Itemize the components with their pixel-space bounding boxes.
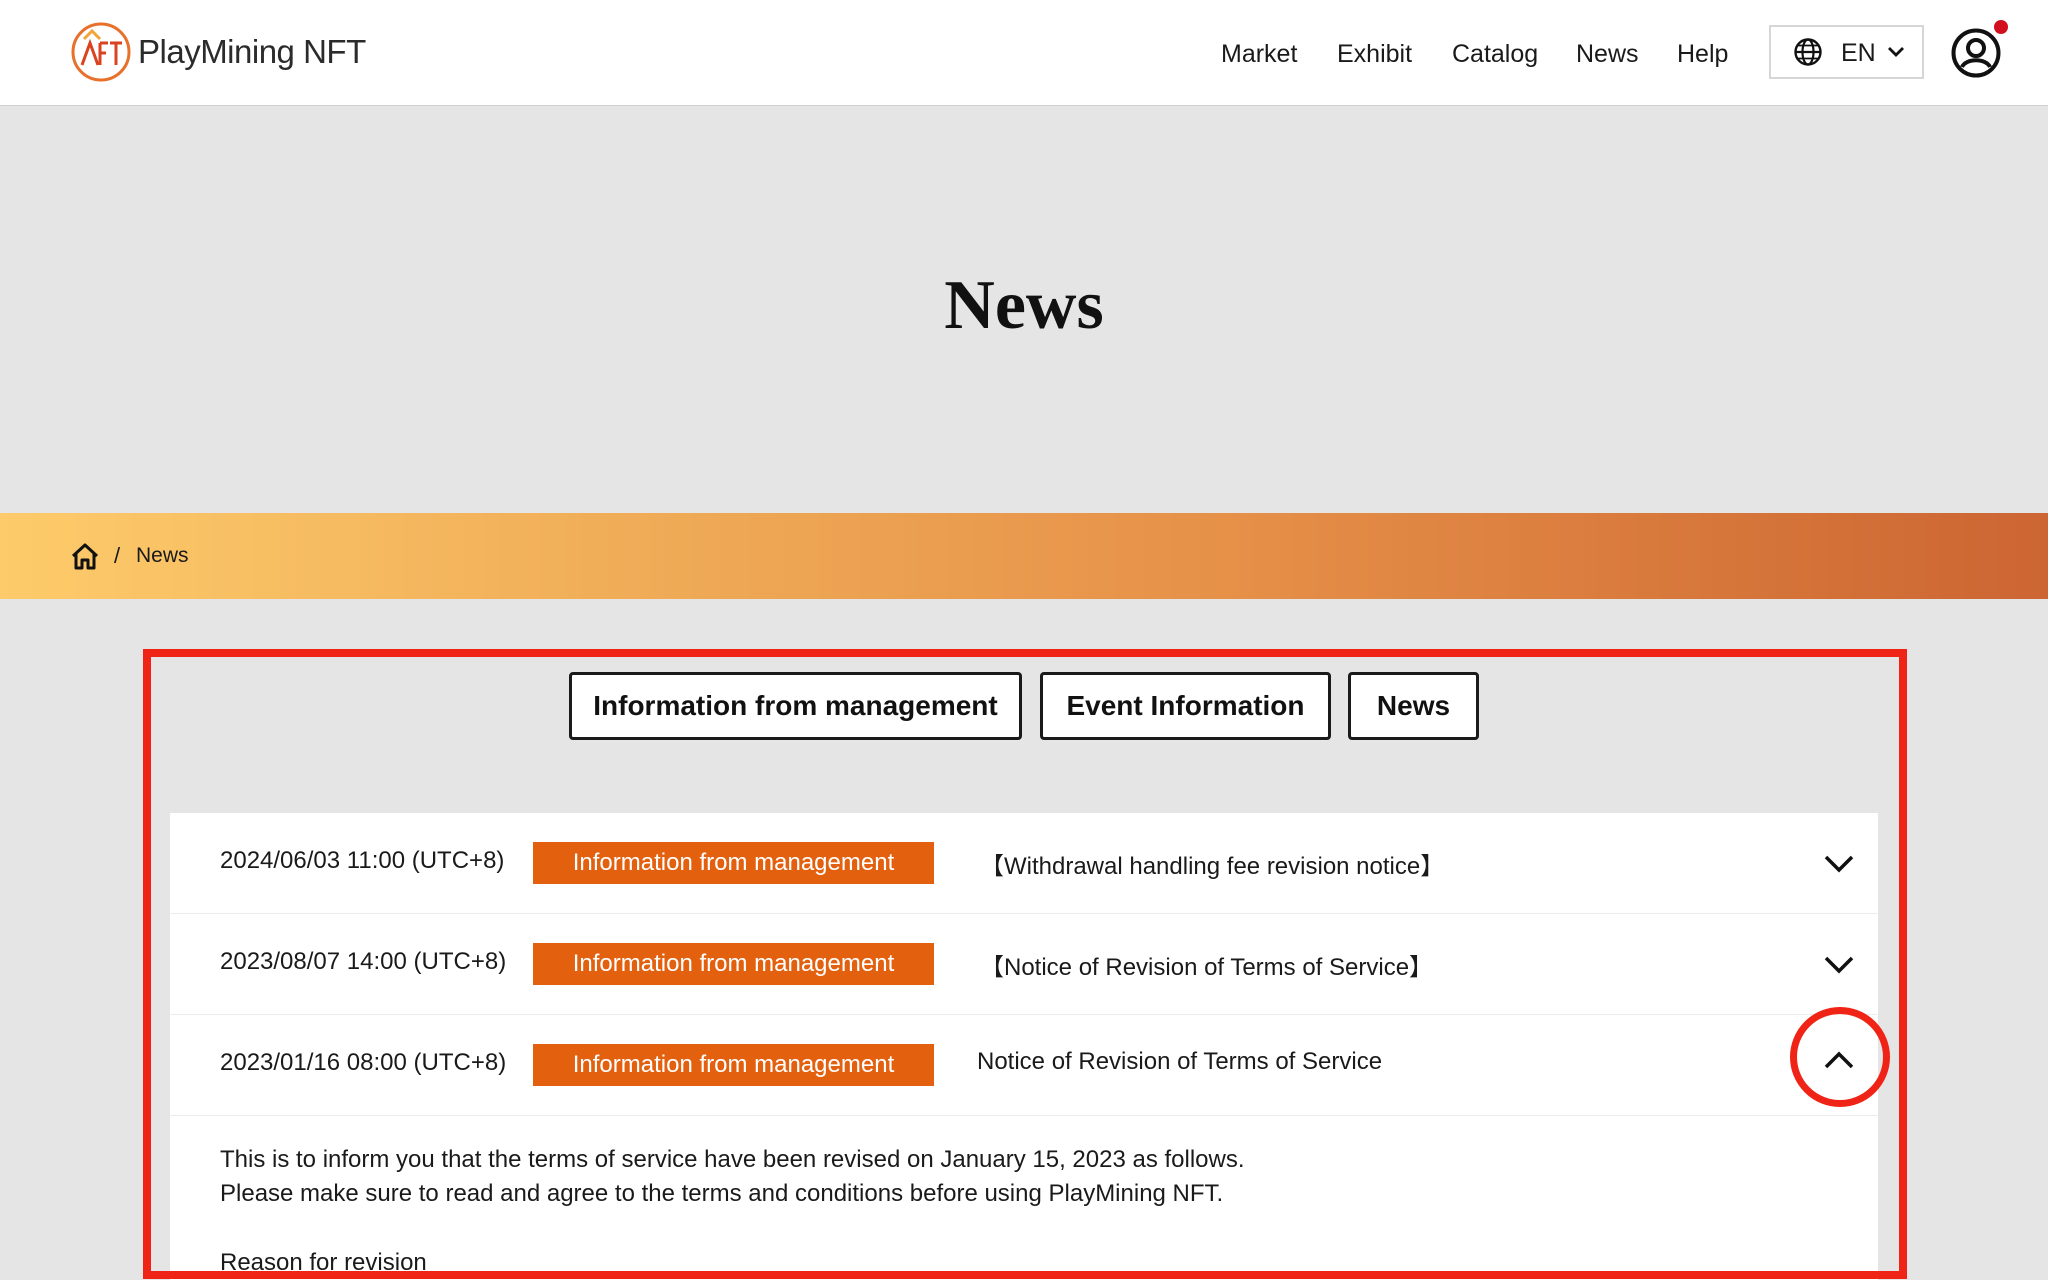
nav-exhibit[interactable]: Exhibit: [1337, 40, 1412, 69]
page-title: News: [944, 267, 1104, 344]
notification-badge: [1994, 20, 2008, 34]
logo-text: PlayMining NFT: [138, 33, 366, 70]
logo-icon: [71, 22, 131, 82]
site-header: PlayMining NFT Market Exhibit Catalog Ne…: [0, 0, 2048, 106]
language-label: EN: [1841, 39, 1876, 67]
highlight-circle: [1790, 1007, 1890, 1107]
nav-news[interactable]: News: [1576, 40, 1639, 69]
nav-market[interactable]: Market: [1221, 40, 1297, 69]
nav-catalog[interactable]: Catalog: [1452, 40, 1538, 69]
nav-help[interactable]: Help: [1677, 40, 1728, 69]
breadcrumb-separator: /: [114, 543, 121, 568]
language-selector[interactable]: EN: [1769, 25, 1924, 79]
home-icon[interactable]: [70, 542, 100, 570]
chevron-down-icon: [1888, 47, 1904, 57]
breadcrumb: / News: [0, 513, 2048, 599]
highlight-frame: [143, 649, 1907, 1279]
breadcrumb-current: News: [136, 544, 189, 567]
account-icon[interactable]: [1950, 27, 2002, 79]
logo-link[interactable]: PlayMining NFT: [70, 21, 366, 83]
globe-icon: [1794, 38, 1822, 66]
